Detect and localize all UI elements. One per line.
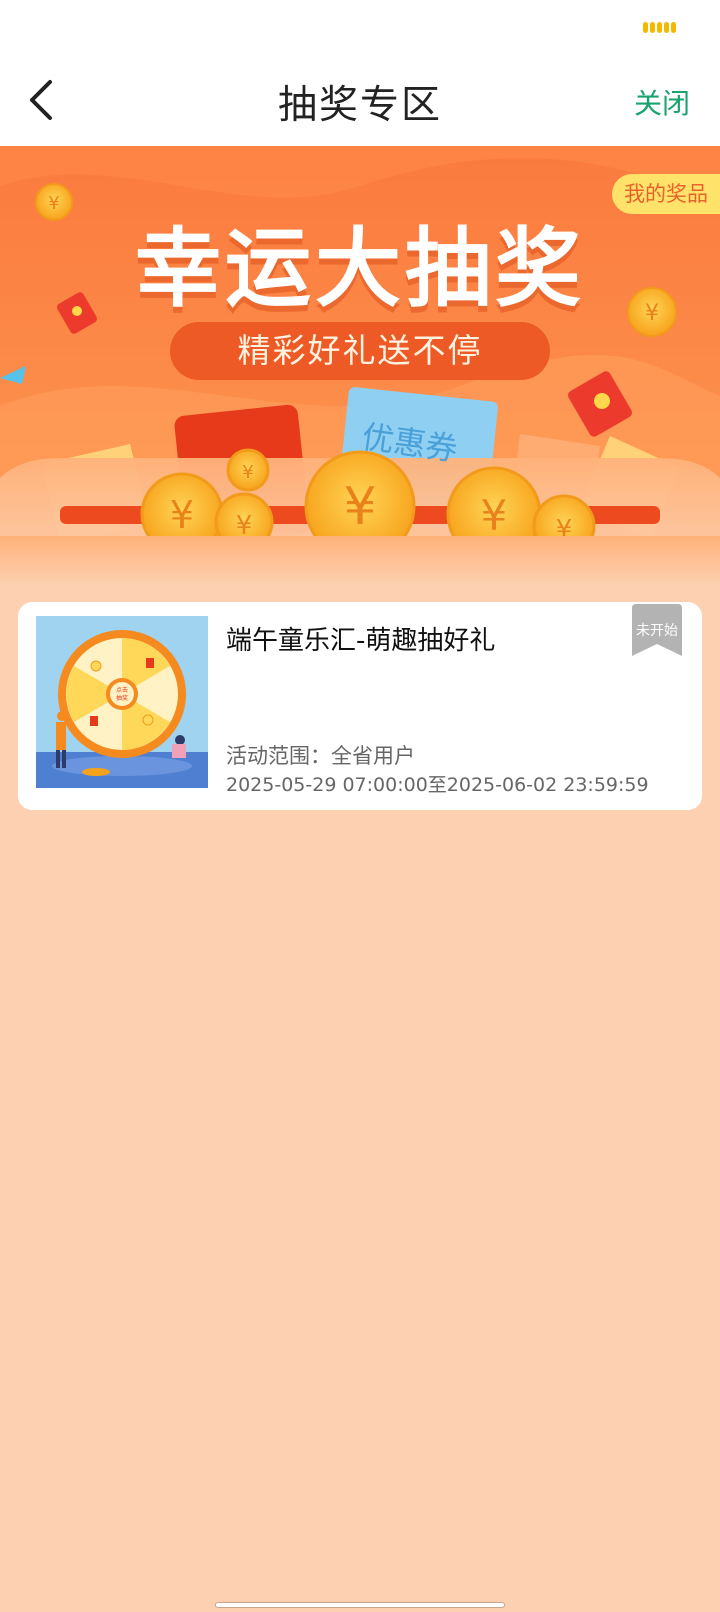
nav-bar: 抽奖专区 关闭 — [0, 60, 720, 146]
thumb-label-top: 点击 — [116, 686, 128, 694]
status-badge: 未开始 — [632, 604, 682, 656]
activity-thumbnail: 点击 抽奖 — [36, 616, 208, 788]
status-bar — [0, 0, 720, 60]
activity-card[interactable]: 点击 抽奖 端午童乐汇-萌趣抽好礼 活动范围：全省用户 2025-05-29 0… — [18, 602, 702, 810]
svg-text:¥: ¥ — [242, 462, 253, 483]
lottery-banner: ¥ ¥ ¥ ¥ ¥ ¥ ¥ ¥ 幸运大抽奖 精彩好礼送不停 优惠券 我的奖品 — [0, 146, 720, 586]
activity-scope: 活动范围：全省用户 — [226, 744, 415, 768]
my-prizes-button[interactable]: 我的奖品 — [612, 174, 720, 214]
home-indicator[interactable] — [215, 1602, 505, 1608]
prize-wheel-icon: 点击 抽奖 — [36, 616, 208, 788]
signal-icon — [643, 22, 676, 33]
activity-title: 端午童乐汇-萌趣抽好礼 — [226, 626, 496, 656]
svg-text:¥: ¥ — [343, 477, 376, 537]
banner-subtitle: 精彩好礼送不停 — [170, 322, 550, 380]
svg-text:¥: ¥ — [481, 491, 508, 540]
status-text: 未开始 — [636, 623, 678, 639]
close-button[interactable]: 关闭 — [634, 82, 690, 122]
thumb-label-bottom: 抽奖 — [116, 694, 128, 702]
banner-title: 幸运大抽奖 — [135, 219, 585, 319]
activity-time: 2025-05-29 07:00:00至2025-06-02 23:59:59 — [226, 774, 649, 796]
svg-text:¥: ¥ — [170, 493, 194, 537]
page-title: 抽奖专区 — [277, 83, 442, 128]
